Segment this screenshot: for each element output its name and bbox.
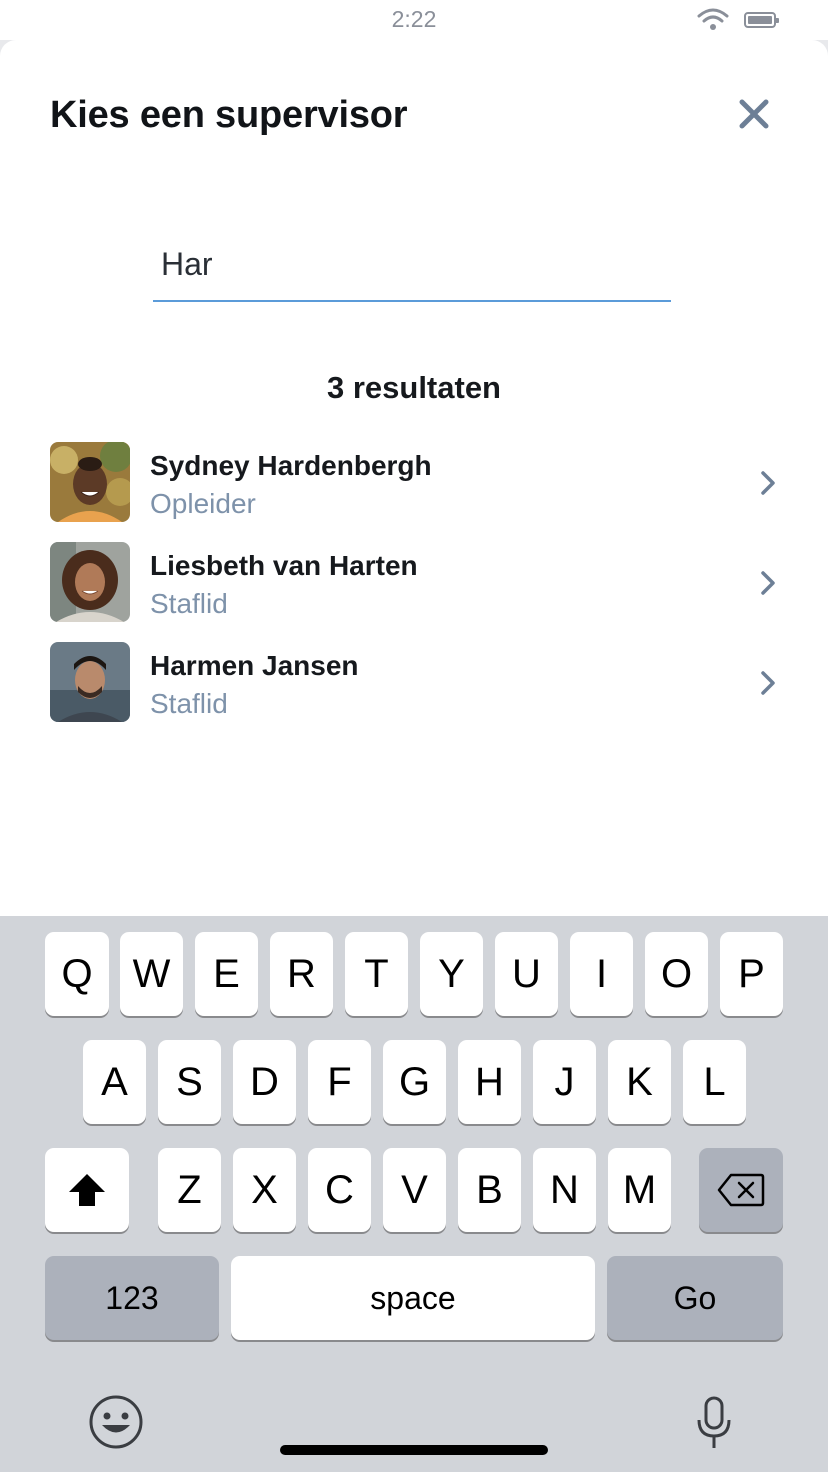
status-bar: 2:22 [0, 0, 828, 40]
result-name: Harmen Jansen [150, 650, 359, 681]
microphone-icon[interactable] [696, 1396, 732, 1450]
result-role: Staflid [150, 688, 228, 719]
key-h[interactable]: H [458, 1040, 521, 1124]
key-t[interactable]: T [345, 932, 408, 1016]
search-input[interactable] [153, 236, 671, 302]
list-item-sydney-hardenbergh[interactable]: Sydney Hardenbergh Opleider [0, 442, 828, 538]
key-v[interactable]: V [383, 1148, 446, 1232]
battery-icon [744, 12, 779, 28]
numbers-key[interactable]: 123 [45, 1256, 219, 1340]
key-m[interactable]: M [608, 1148, 671, 1232]
key-p[interactable]: P [720, 932, 783, 1016]
key-y[interactable]: Y [420, 932, 483, 1016]
go-key[interactable]: Go [607, 1256, 783, 1340]
screen: 2:22 Kies een supervisor 3 resultaten [0, 0, 828, 1472]
key-q[interactable]: Q [45, 932, 109, 1016]
key-e[interactable]: E [195, 932, 258, 1016]
shift-icon [69, 1174, 105, 1206]
key-r[interactable]: R [270, 932, 333, 1016]
key-l[interactable]: L [683, 1040, 746, 1124]
page-title: Kies een supervisor [50, 94, 408, 136]
key-k[interactable]: K [608, 1040, 671, 1124]
backspace-key[interactable] [699, 1148, 783, 1232]
key-o[interactable]: O [645, 932, 708, 1016]
key-s[interactable]: S [158, 1040, 221, 1124]
key-c[interactable]: C [308, 1148, 371, 1232]
key-a[interactable]: A [83, 1040, 146, 1124]
list-item-harmen-jansen[interactable]: Harmen Jansen Staflid [0, 642, 828, 738]
key-j[interactable]: J [533, 1040, 596, 1124]
chevron-right-icon [761, 671, 775, 695]
result-role: Staflid [150, 588, 228, 619]
key-w[interactable]: W [120, 932, 183, 1016]
avatar [50, 642, 130, 722]
chevron-right-icon [761, 571, 775, 595]
key-g[interactable]: G [383, 1040, 446, 1124]
key-x[interactable]: X [233, 1148, 296, 1232]
backspace-icon [717, 1173, 765, 1207]
result-name: Sydney Hardenbergh [150, 450, 432, 481]
results-count: 3 resultaten [326, 370, 501, 405]
space-key[interactable]: space [231, 1256, 595, 1340]
key-n[interactable]: N [533, 1148, 596, 1232]
close-icon[interactable] [732, 92, 776, 136]
wifi-icon [697, 8, 729, 30]
list-item-liesbeth-van-harten[interactable]: Liesbeth van Harten Staflid [0, 542, 828, 638]
key-f[interactable]: F [308, 1040, 371, 1124]
key-i[interactable]: I [570, 932, 633, 1016]
avatar [50, 542, 130, 622]
chevron-right-icon [761, 471, 775, 495]
result-name: Liesbeth van Harten [150, 550, 418, 581]
key-b[interactable]: B [458, 1148, 521, 1232]
emoji-icon[interactable] [88, 1394, 144, 1450]
key-u[interactable]: U [495, 932, 558, 1016]
key-z[interactable]: Z [158, 1148, 221, 1232]
home-indicator [280, 1445, 548, 1455]
avatar [50, 442, 130, 522]
result-role: Opleider [150, 488, 256, 519]
key-d[interactable]: D [233, 1040, 296, 1124]
shift-key[interactable] [45, 1148, 129, 1232]
